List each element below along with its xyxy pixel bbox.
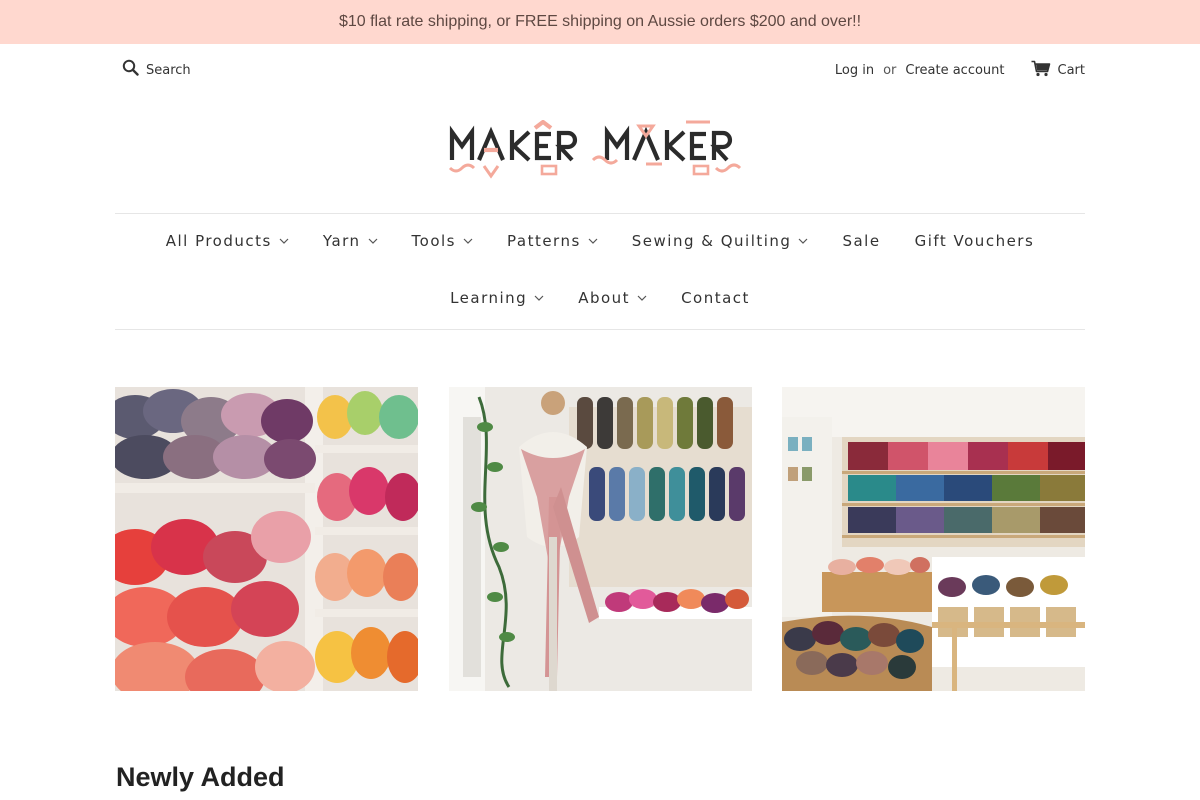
nav-item-label: Patterns [507, 232, 581, 250]
yarn-store-wall-image [782, 387, 1085, 691]
chevron-down-icon [279, 238, 289, 244]
nav-item-label: Gift Vouchers [914, 232, 1035, 250]
search-form[interactable] [122, 59, 296, 81]
cart-label: Cart [1057, 63, 1086, 78]
nav-item-label: All Products [165, 232, 272, 250]
nav-row-primary: All Products Yarn Tools Patterns Sewing … [115, 232, 1085, 250]
chevron-down-icon [799, 238, 808, 244]
nav-item-learning[interactable]: Learning [450, 289, 544, 307]
nav-item-label: Sewing & Quilting [631, 232, 792, 250]
announcement-text: $10 flat rate shipping, or FREE shipping… [338, 13, 862, 30]
nav-item-sale[interactable]: Sale [842, 232, 880, 250]
login-link[interactable]: Log in [835, 63, 874, 78]
nav-row-secondary: Learning About Contact [115, 289, 1085, 307]
yarn-shelves-image [115, 387, 418, 691]
nav-item-label: About [578, 289, 631, 307]
nav-item-sewing-quilting[interactable]: Sewing & Quilting [632, 232, 809, 250]
nav-item-contact[interactable]: Contact [681, 289, 750, 307]
nav-item-label: Sale [842, 232, 881, 250]
chevron-down-icon [637, 295, 647, 301]
section-title-newly-added: Newly Added [116, 762, 285, 792]
featured-tiles [115, 387, 1085, 691]
nav-item-patterns[interactable]: Patterns [507, 232, 598, 250]
featured-tile-store-wall[interactable] [782, 387, 1085, 691]
search-input[interactable] [146, 62, 296, 78]
nav-item-about[interactable]: About [578, 289, 647, 307]
cart-link[interactable]: Cart [1031, 60, 1086, 81]
search-icon[interactable] [122, 59, 139, 81]
mannequin-shawl-image [448, 387, 752, 691]
site-logo[interactable] [448, 119, 752, 184]
chevron-down-icon [368, 238, 377, 244]
create-account-link[interactable]: Create account [905, 63, 1004, 78]
featured-tile-mannequin-shawl[interactable] [448, 387, 752, 691]
nav-item-label: Yarn [322, 232, 361, 250]
nav-item-label: Contact [681, 289, 750, 307]
maker-maker-logo [448, 119, 742, 179]
nav-item-label: Tools [411, 232, 456, 250]
top-bar: Log in or Create account Cart [115, 44, 1085, 92]
or-separator: or [883, 63, 897, 78]
main-navigation: All Products Yarn Tools Patterns Sewing … [115, 213, 1085, 330]
nav-item-gift-vouchers[interactable]: Gift Vouchers [915, 232, 1035, 250]
chevron-down-icon [463, 238, 473, 244]
nav-item-label: Learning [450, 289, 528, 307]
nav-item-tools[interactable]: Tools [412, 232, 473, 250]
account-links: Log in or Create account Cart [835, 60, 1085, 81]
announcement-bar: $10 flat rate shipping, or FREE shipping… [0, 0, 1200, 44]
cart-icon [1031, 60, 1058, 81]
chevron-down-icon [588, 238, 598, 244]
featured-tile-yarn-shelves[interactable] [115, 387, 418, 691]
nav-item-all-products[interactable]: All Products [166, 232, 289, 250]
nav-item-yarn[interactable]: Yarn [323, 232, 378, 250]
chevron-down-icon [534, 295, 544, 301]
